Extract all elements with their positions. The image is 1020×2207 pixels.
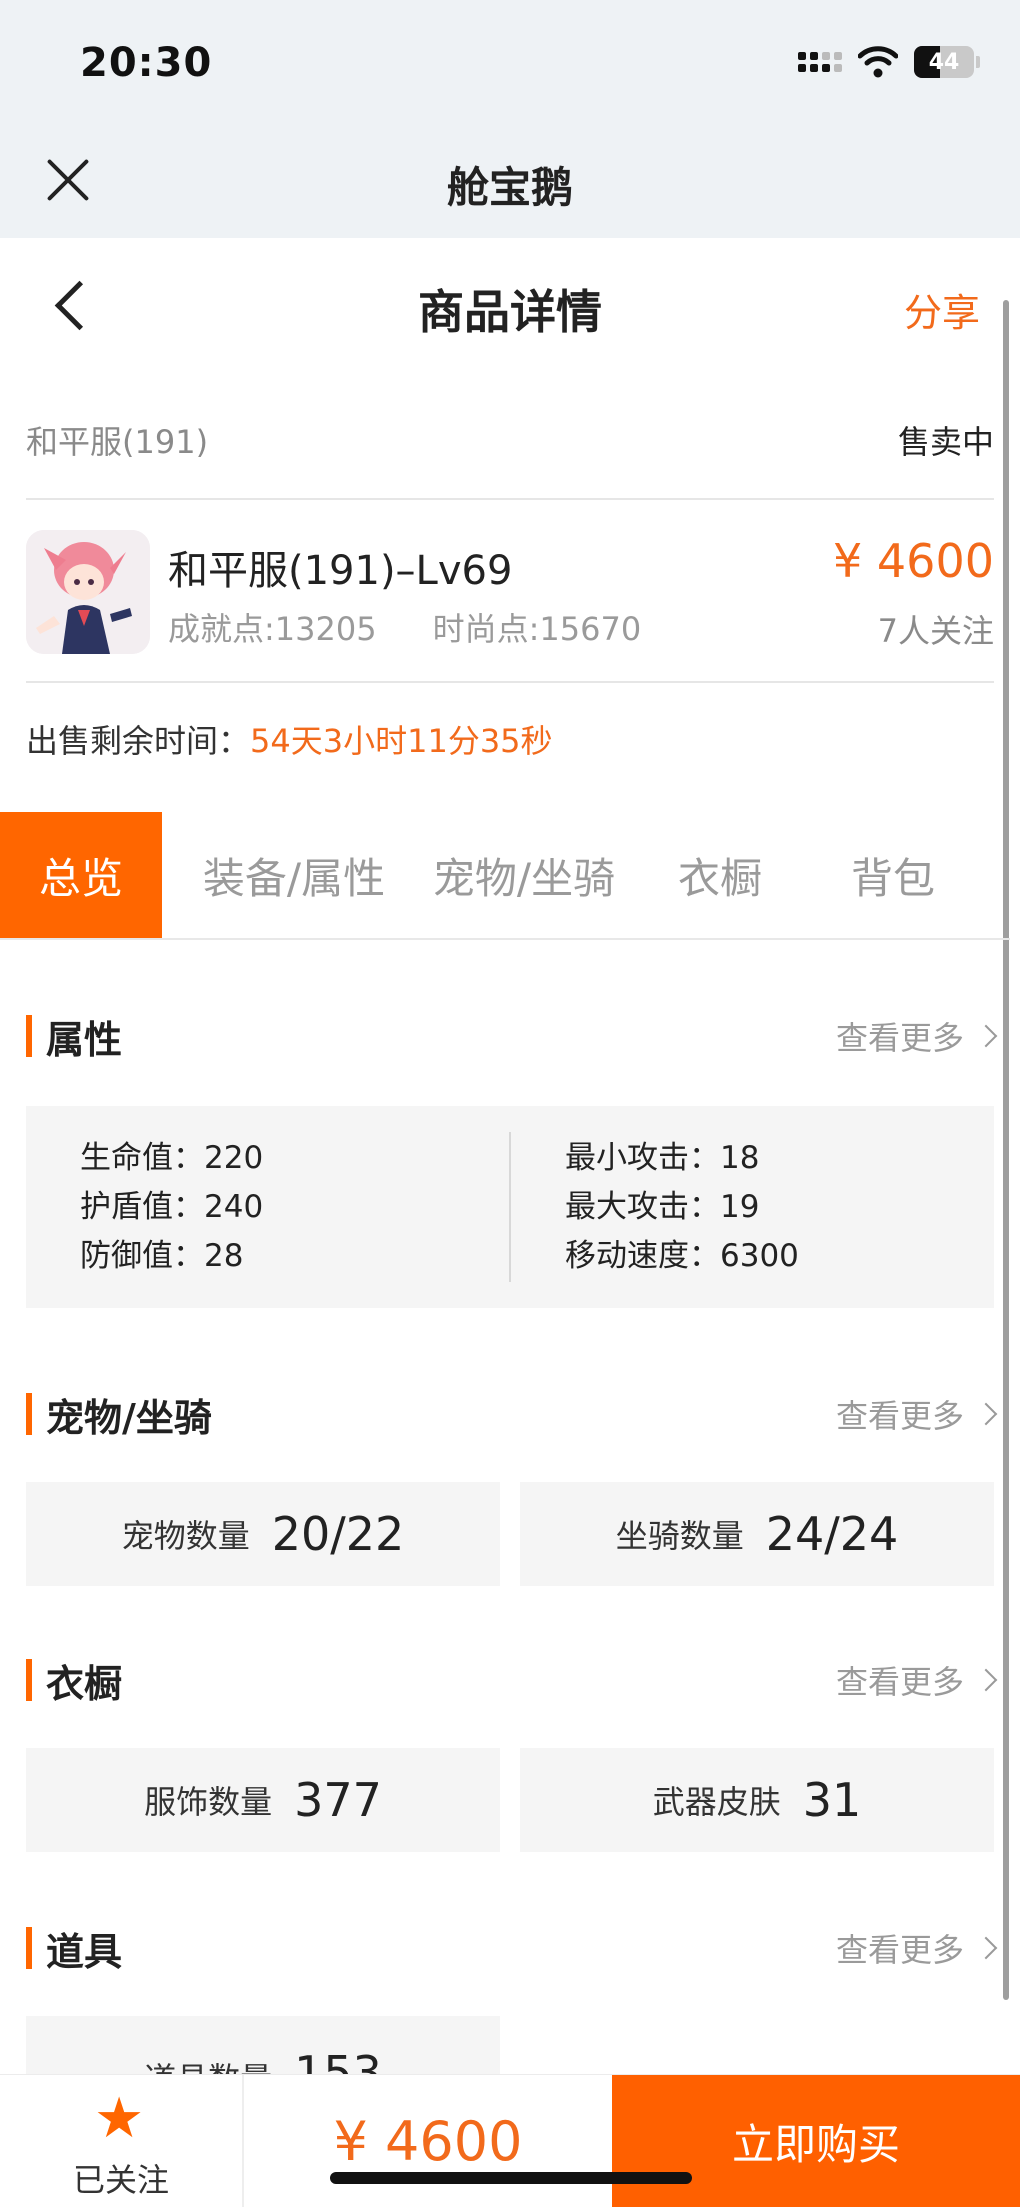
attributes-more-link[interactable]: 查看更多 <box>836 1013 998 1059</box>
product-meta: 成就点:13205 时尚点:15670 <box>168 604 641 650</box>
product-summary: 和平服(191)–Lv69 成就点:13205 时尚点:15670 ¥ 4600… <box>26 530 994 654</box>
tab-wardrobe[interactable]: 衣橱 <box>622 812 818 938</box>
tab-pets-mounts[interactable]: 宠物/坐骑 <box>426 812 622 938</box>
pets-more-link[interactable]: 查看更多 <box>836 1391 998 1437</box>
pets-header: 宠物/坐骑 查看更多 <box>26 1384 998 1444</box>
achievement-points: 成就点:13205 <box>168 610 377 648</box>
attributes-panel: 生命值：220 护盾值：240 防御值：28 最小攻击：18 最大攻击：19 移… <box>26 1106 994 1308</box>
buy-now-button[interactable]: 立即购买 <box>612 2075 1020 2207</box>
weapon-skin-card[interactable]: 武器皮肤 31 <box>520 1748 994 1852</box>
outfit-count-value: 377 <box>294 1773 382 1827</box>
star-icon: ★ <box>94 2086 145 2151</box>
tab-overview[interactable]: 总览 <box>0 812 162 938</box>
status-icons: 44 <box>798 46 980 78</box>
watcher-count: 7人关注 <box>877 612 994 650</box>
wardrobe-title: 衣橱 <box>26 1653 122 1708</box>
cellular-signal-icon <box>798 52 842 72</box>
top-header: 20:30 44 舱宝鹅 <box>0 0 1020 238</box>
page-title: 商品详情 <box>418 285 602 339</box>
attributes-title: 属性 <box>26 1009 122 1064</box>
mount-count-label: 坐骑数量 <box>615 1517 744 1555</box>
server-name: 和平服(191) <box>26 423 209 461</box>
tab-backpack[interactable]: 背包 <box>818 812 968 938</box>
chevron-right-icon <box>974 1024 998 1048</box>
scrollbar[interactable] <box>1003 300 1009 2000</box>
mount-count-value: 24/24 <box>765 1507 899 1561</box>
attr-max-attack: 最大攻击：19 <box>565 1189 760 1225</box>
attr-move-speed: 移动速度：6300 <box>565 1238 799 1274</box>
divider <box>26 498 994 500</box>
attr-hp: 生命值：220 <box>80 1140 264 1176</box>
product-name: 和平服(191)–Lv69 <box>168 548 513 594</box>
attr-min-attack: 最小攻击：18 <box>565 1140 760 1176</box>
bottom-price: ¥ 4600 <box>333 2110 523 2173</box>
sale-status: 售卖中 <box>897 423 994 461</box>
chevron-right-icon <box>974 1668 998 1692</box>
home-indicator[interactable] <box>330 2172 692 2184</box>
character-avatar <box>26 530 150 654</box>
outfit-count-card[interactable]: 服饰数量 377 <box>26 1748 500 1852</box>
weapon-skin-label: 武器皮肤 <box>652 1783 781 1821</box>
server-row: 和平服(191) 售卖中 <box>26 410 994 470</box>
fashion-points: 时尚点:15670 <box>432 610 642 648</box>
remaining-time: 出售剩余时间：54天3小时11分35秒 <box>26 716 553 762</box>
outfit-count-label: 服饰数量 <box>144 1783 273 1821</box>
battery-icon: 44 <box>914 46 974 78</box>
remaining-time-value: 54天3小时11分35秒 <box>250 722 553 760</box>
attr-shield: 护盾值：240 <box>80 1189 264 1225</box>
pet-count-card[interactable]: 宠物数量 20/22 <box>26 1482 500 1586</box>
bottom-action-bar: ★ 已关注 ¥ 4600 立即购买 <box>0 2074 1020 2207</box>
attributes-right-col: 最小攻击：18 最大攻击：19 移动速度：6300 <box>511 1106 994 1308</box>
chevron-right-icon <box>974 1402 998 1426</box>
app-title: 舱宝鹅 <box>446 163 573 212</box>
divider <box>26 681 994 683</box>
weapon-skin-value: 31 <box>802 1773 862 1827</box>
follow-label: 已关注 <box>72 2161 169 2199</box>
share-button[interactable]: 分享 <box>904 282 980 337</box>
attributes-header: 属性 查看更多 <box>26 1006 998 1066</box>
attr-defense: 防御值：28 <box>80 1238 244 1274</box>
pet-count-value: 20/22 <box>271 1507 405 1561</box>
wifi-icon <box>858 46 898 78</box>
props-header: 道具 查看更多 <box>26 1918 998 1978</box>
pets-title: 宠物/坐骑 <box>26 1387 212 1442</box>
pet-count-label: 宠物数量 <box>121 1517 250 1555</box>
remaining-time-label: 出售剩余时间： <box>26 722 251 760</box>
battery-level: 44 <box>928 49 960 75</box>
follow-button[interactable]: ★ 已关注 <box>0 2075 244 2207</box>
props-more-link[interactable]: 查看更多 <box>836 1925 998 1971</box>
mount-count-card[interactable]: 坐骑数量 24/24 <box>520 1482 994 1586</box>
chevron-right-icon <box>974 1936 998 1960</box>
tab-bar: 总览 装备/属性 宠物/坐骑 衣橱 背包 <box>0 812 1010 940</box>
wardrobe-header: 衣橱 查看更多 <box>26 1650 998 1710</box>
wardrobe-more-link[interactable]: 查看更多 <box>836 1657 998 1703</box>
product-price: ¥ 4600 <box>833 534 994 588</box>
attributes-left-col: 生命值：220 护盾值：240 防御值：28 <box>26 1106 509 1308</box>
status-time: 20:30 <box>80 40 213 86</box>
props-title: 道具 <box>26 1921 122 1976</box>
tab-equipment[interactable]: 装备/属性 <box>162 812 426 938</box>
